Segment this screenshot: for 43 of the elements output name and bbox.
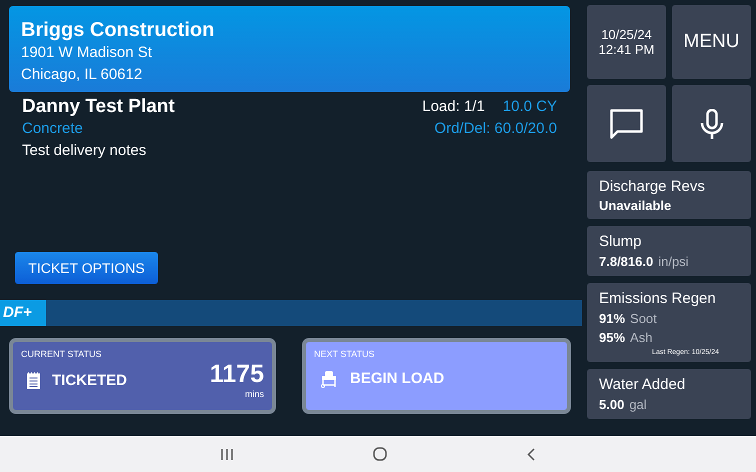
home-icon[interactable] (373, 447, 387, 461)
sensor-title: Emissions Regen (599, 288, 717, 308)
status-value: BEGIN LOAD (350, 369, 444, 389)
next-status-card[interactable]: NEXT STATUS BEGIN LOAD (302, 338, 571, 414)
ordered-delivered: Ord/Del: 60.0/20.0 (433, 119, 557, 139)
brand-logo: DF+ (0, 300, 46, 326)
chat-icon (610, 108, 643, 138)
address-line: Chicago, IL 60612 (21, 65, 144, 85)
status-label: NEXT STATUS (314, 348, 376, 360)
status-time: 1175 (210, 360, 264, 388)
sensor-value: 7.8/816.0 (599, 253, 654, 271)
clock-date: 10/25/24 (601, 27, 652, 42)
microphone-button[interactable] (672, 85, 751, 162)
status-label: CURRENT STATUS (21, 348, 103, 360)
delivery-notes: Test delivery notes (22, 141, 148, 161)
ticket-icon (27, 372, 40, 390)
customer-name: Briggs Construction (21, 18, 216, 42)
product-label: Concrete (22, 119, 84, 139)
sensor-title: Slump (599, 232, 643, 252)
sensor-unit: in/psi (658, 253, 689, 271)
sensor-title: Water Added (599, 375, 686, 395)
ticket-options-button[interactable]: TICKET OPTIONS (15, 252, 158, 284)
sensor-value: 5.00 (599, 396, 624, 414)
status-value: TICKETED (52, 370, 127, 390)
sensor-unit: gal (629, 396, 647, 414)
microphone-icon (700, 108, 724, 138)
load-count: Load: 1/1 (422, 97, 485, 117)
menu-button[interactable]: MENU (672, 5, 751, 79)
sensor-value: 91% (599, 310, 626, 328)
sensor-unit: Soot (630, 310, 657, 328)
recent-apps-icon[interactable] (221, 448, 233, 460)
loader-icon (320, 370, 338, 388)
sensor-title: Discharge Revs (599, 177, 706, 197)
clock-time: 12:41 PM (598, 42, 654, 57)
time-unit: mins (244, 388, 264, 401)
message-button[interactable] (587, 85, 666, 162)
address-line: 1901 W Madison St (21, 43, 153, 63)
sensor-unit: Ash (630, 329, 652, 347)
plant-name: Danny Test Plant (22, 96, 175, 118)
back-icon[interactable] (527, 448, 535, 460)
sensor-value: 95% (599, 329, 626, 347)
sensor-value: Unavailable (599, 197, 672, 215)
load-volume: 10.0 CY (502, 97, 557, 117)
